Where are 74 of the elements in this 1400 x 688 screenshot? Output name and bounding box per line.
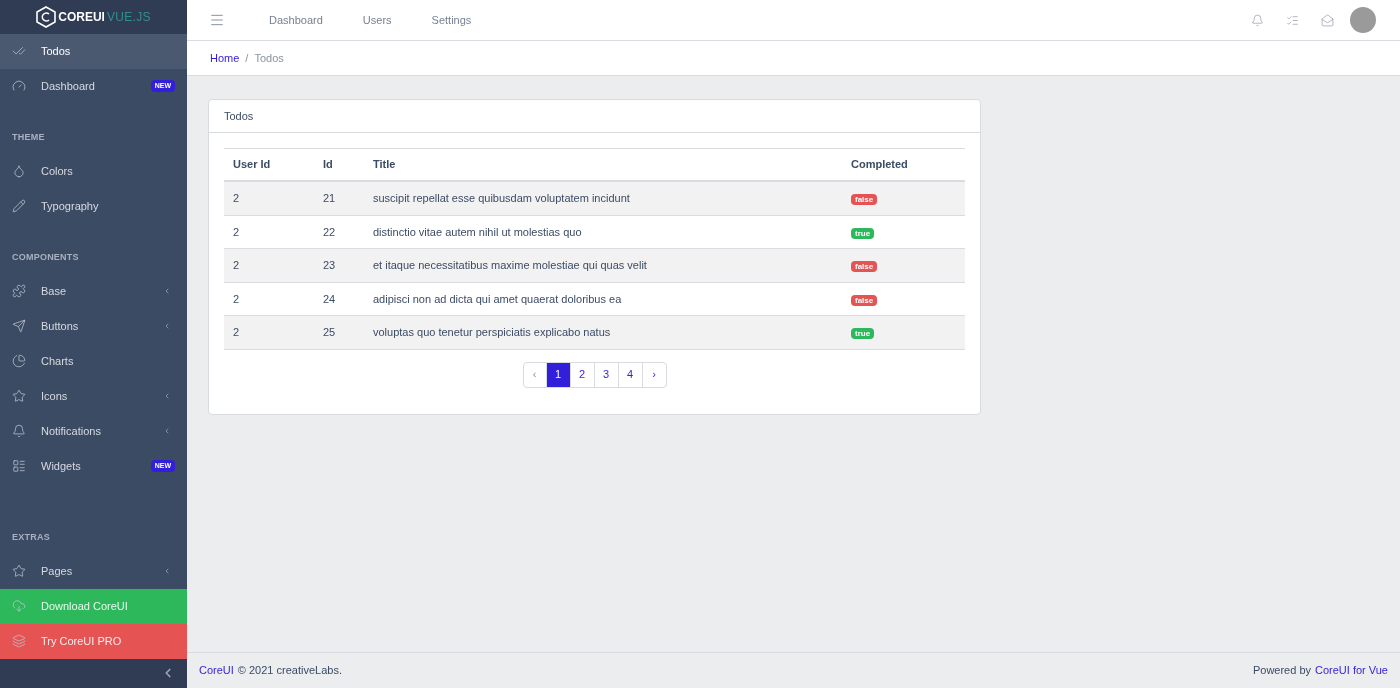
table-cell-text: distinctio vitae autem nihil ut molestias quo: [372, 224, 583, 240]
status-badge: false: [851, 294, 878, 306]
section-title: THEME: [12, 131, 45, 142]
table-cell-text: 2: [232, 291, 241, 307]
brand-suffix: VUE.JS: [106, 8, 151, 26]
page-button[interactable]: 2: [570, 362, 595, 387]
copyright-text: © 2021 creativeLabs.: [237, 663, 342, 679]
table-cell-text: adipisci non ad dicta qui amet quaerat doloribus ea: [372, 291, 623, 307]
table-cell-text: 21: [322, 191, 337, 206]
drop-icon: [12, 164, 26, 179]
bell-icon: [12, 424, 26, 439]
column-header: User Id: [232, 157, 272, 173]
status-badge: true: [851, 328, 875, 339]
sidebar-item[interactable]: Notifications: [0, 413, 187, 449]
breadcrumb-separator: /: [245, 50, 249, 66]
status-badge: false: [851, 261, 878, 272]
status-badge: false: [851, 194, 878, 205]
sidebar-item[interactable]: Buttons: [0, 308, 187, 344]
table-cell-text: 25: [322, 325, 337, 340]
sidebar-item[interactable]: Pages: [0, 553, 187, 589]
pencil-icon: [12, 199, 26, 214]
table-cell-text: 2: [232, 191, 241, 206]
table-cell-text: 2: [232, 258, 241, 273]
section-title: EXTRAS: [12, 531, 50, 542]
brand-name: COREUI: [58, 8, 105, 26]
nav-link[interactable]: Users: [342, 11, 412, 29]
pie-chart-icon: [12, 354, 26, 369]
table-cell-text: 2: [232, 325, 241, 340]
section-title: COMPONENTS: [12, 251, 79, 262]
list-icon: [12, 459, 26, 474]
sidebar-item[interactable]: Base: [0, 273, 187, 309]
status-badge: true: [851, 227, 875, 239]
footer-link[interactable]: CoreUI for Vue: [1315, 662, 1388, 679]
sidebar-minimizer[interactable]: [0, 658, 187, 688]
table-cell-text: suscipit repellat esse quibusdam voluptatem incidunt: [372, 191, 631, 206]
cloud-download-icon: [12, 599, 26, 614]
column-header: Completed: [850, 157, 909, 173]
list-icon[interactable]: [1286, 13, 1299, 27]
page-button[interactable]: 3: [594, 362, 619, 387]
table-cell-text: 23: [322, 258, 337, 273]
breadcrumb-link[interactable]: Home: [210, 49, 240, 67]
prev-page-button[interactable]: ‹: [523, 362, 547, 387]
avatar[interactable]: [1350, 7, 1376, 33]
star-icon: [12, 564, 26, 579]
layers-icon: [12, 634, 26, 649]
column-header: Title: [372, 157, 397, 173]
envelope-icon[interactable]: [1321, 13, 1334, 27]
hexagon-logo-icon: [36, 5, 57, 28]
sidebar-item[interactable]: Todos: [0, 33, 187, 69]
current-page-label: Todos: [254, 50, 284, 66]
bell-icon[interactable]: [1251, 13, 1264, 27]
sidebar-item[interactable]: Colors: [0, 153, 187, 189]
page-button[interactable]: 1: [546, 362, 571, 387]
table-cell-text: voluptas quo tenetur perspiciatis explicabo natus: [372, 325, 612, 340]
sidebar-item[interactable]: Charts: [0, 343, 187, 379]
table-cell-text: 24: [322, 291, 337, 307]
page-button[interactable]: 4: [618, 362, 643, 387]
sidebar-item[interactable]: Icons: [0, 378, 187, 414]
nav-link[interactable]: Dashboard: [249, 11, 343, 29]
next-page-button[interactable]: ›: [642, 362, 666, 387]
gauge-icon: [12, 79, 26, 94]
powered-by-text: Powered by: [1252, 663, 1312, 679]
sidebar-item[interactable]: Typography: [0, 188, 187, 224]
table-cell-text: 2: [232, 224, 241, 240]
table-cell-text: et itaque necessitatibus maxime molestiae qui quas velit: [372, 258, 648, 273]
column-header: Id: [322, 157, 334, 173]
menu-icon[interactable]: [209, 12, 225, 28]
puzzle-icon: [12, 284, 26, 299]
nav-link[interactable]: Settings: [411, 11, 492, 29]
footer-link[interactable]: CoreUI: [199, 662, 234, 679]
star-icon: [12, 389, 26, 404]
table-cell-text: 22: [322, 224, 337, 240]
card-title: Todos: [224, 108, 254, 124]
paper-plane-icon: [12, 319, 26, 334]
